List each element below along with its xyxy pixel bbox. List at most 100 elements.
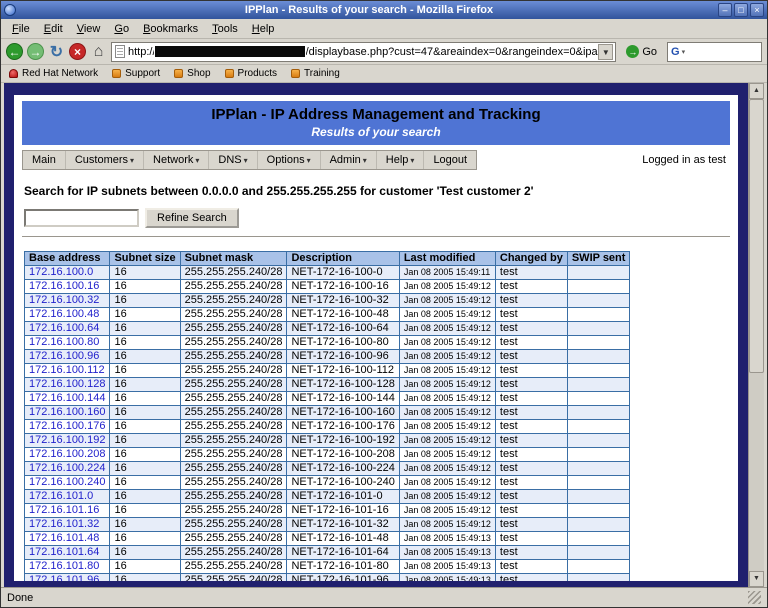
menu-edit[interactable]: Edit: [37, 21, 70, 37]
refine-search-button[interactable]: Refine Search: [145, 208, 239, 228]
base-address-link[interactable]: 172.16.101.64: [25, 546, 110, 560]
table-cell: 255.255.255.240/28: [180, 476, 287, 490]
menu-view[interactable]: View: [70, 21, 108, 37]
refine-search-input[interactable]: [24, 209, 139, 227]
base-address-link[interactable]: 172.16.100.128: [25, 378, 110, 392]
table-cell: 255.255.255.240/28: [180, 336, 287, 350]
minimize-button[interactable]: –: [718, 3, 732, 17]
nav-network[interactable]: Network▾: [144, 151, 209, 169]
nav-help[interactable]: Help▾: [377, 151, 425, 169]
resize-grip[interactable]: [748, 591, 761, 604]
base-address-link[interactable]: 172.16.101.48: [25, 532, 110, 546]
table-cell: [567, 476, 630, 490]
bookmark-shop[interactable]: Shop: [174, 68, 210, 79]
base-address-link[interactable]: 172.16.100.144: [25, 392, 110, 406]
last-modified-cell: Jan 08 2005 15:49:12: [399, 504, 495, 518]
last-modified-cell: Jan 08 2005 15:49:12: [399, 364, 495, 378]
table-cell: 16: [110, 378, 180, 392]
table-cell: test: [495, 532, 567, 546]
base-address-link[interactable]: 172.16.101.16: [25, 504, 110, 518]
stop-button[interactable]: ×: [69, 43, 86, 60]
base-address-link[interactable]: 172.16.100.240: [25, 476, 110, 490]
menu-tools[interactable]: Tools: [205, 21, 245, 37]
status-text: Done: [7, 592, 33, 604]
table-cell: test: [495, 406, 567, 420]
table-cell: 16: [110, 420, 180, 434]
scrollbar-thumb[interactable]: [749, 99, 764, 373]
menu-go[interactable]: Go: [107, 21, 136, 37]
base-address-link[interactable]: 172.16.100.64: [25, 322, 110, 336]
menu-help[interactable]: Help: [245, 21, 282, 37]
base-address-link[interactable]: 172.16.100.96: [25, 350, 110, 364]
base-address-link[interactable]: 172.16.100.208: [25, 448, 110, 462]
table-cell: [567, 546, 630, 560]
last-modified-cell: Jan 08 2005 15:49:12: [399, 490, 495, 504]
table-cell: [567, 322, 630, 336]
table-cell: [567, 462, 630, 476]
bookmark-support[interactable]: Support: [112, 68, 160, 79]
base-address-link[interactable]: 172.16.101.80: [25, 560, 110, 574]
base-address-link[interactable]: 172.16.101.32: [25, 518, 110, 532]
table-cell: 255.255.255.240/28: [180, 574, 287, 582]
subnet-results-table: Base addressSubnet sizeSubnet maskDescri…: [24, 251, 630, 581]
base-address-link[interactable]: 172.16.100.48: [25, 308, 110, 322]
nav-main[interactable]: Main: [23, 151, 66, 169]
bookmark-products[interactable]: Products: [225, 68, 277, 79]
title-bar: IPPlan - Results of your search - Mozill…: [1, 1, 767, 19]
column-header: Last modified: [399, 252, 495, 266]
menu-bookmarks[interactable]: Bookmarks: [136, 21, 205, 37]
base-address-link[interactable]: 172.16.101.96: [25, 574, 110, 582]
table-cell: NET-172-16-100-64: [287, 322, 399, 336]
base-address-link[interactable]: 172.16.100.0: [25, 266, 110, 280]
vertical-scrollbar[interactable]: ▲ ▼: [748, 83, 764, 587]
search-input[interactable]: G ▾: [667, 42, 762, 62]
table-cell: 16: [110, 294, 180, 308]
base-address-link[interactable]: 172.16.100.16: [25, 280, 110, 294]
go-button[interactable]: → Go: [620, 42, 663, 62]
nav-options[interactable]: Options▾: [258, 151, 321, 169]
table-cell: test: [495, 308, 567, 322]
table-cell: NET-172-16-100-112: [287, 364, 399, 378]
reload-button[interactable]: ↻: [48, 42, 65, 62]
base-address-link[interactable]: 172.16.101.0: [25, 490, 110, 504]
table-row: 172.16.100.11216255.255.255.240/28NET-17…: [25, 364, 630, 378]
nav-admin[interactable]: Admin▾: [321, 151, 377, 169]
nav-dns[interactable]: DNS▾: [209, 151, 257, 169]
table-cell: 255.255.255.240/28: [180, 532, 287, 546]
base-address-link[interactable]: 172.16.100.176: [25, 420, 110, 434]
table-row: 172.16.100.4816255.255.255.240/28NET-172…: [25, 308, 630, 322]
forward-button[interactable]: →: [27, 43, 44, 60]
table-cell: 16: [110, 532, 180, 546]
maximize-button[interactable]: □: [734, 3, 748, 17]
scroll-up-icon[interactable]: ▲: [749, 83, 764, 99]
table-cell: 16: [110, 448, 180, 462]
table-cell: 255.255.255.240/28: [180, 518, 287, 532]
table-cell: [567, 392, 630, 406]
chevron-down-icon: ▾: [307, 156, 311, 165]
redhat-icon: [9, 69, 18, 78]
scroll-down-icon[interactable]: ▼: [749, 571, 764, 587]
scrollbar-track[interactable]: [749, 99, 764, 571]
back-button[interactable]: ←: [6, 43, 23, 60]
search-engine-dropdown-icon[interactable]: ▾: [682, 48, 686, 56]
menu-bar: FileEditViewGoBookmarksToolsHelp: [1, 19, 767, 39]
nav-customers[interactable]: Customers▾: [66, 151, 144, 169]
table-cell: 16: [110, 392, 180, 406]
home-button[interactable]: ⌂: [90, 43, 107, 61]
close-button[interactable]: ×: [750, 3, 764, 17]
url-bar[interactable]: http:// /displaybase.php?cust=47&areaind…: [111, 42, 616, 62]
url-dropdown-button[interactable]: ▼: [598, 44, 613, 60]
base-address-link[interactable]: 172.16.100.80: [25, 336, 110, 350]
base-address-link[interactable]: 172.16.100.32: [25, 294, 110, 308]
base-address-link[interactable]: 172.16.100.224: [25, 462, 110, 476]
table-cell: 16: [110, 308, 180, 322]
base-address-link[interactable]: 172.16.100.112: [25, 364, 110, 378]
nav-logout[interactable]: Logout: [424, 151, 476, 169]
bookmark-training[interactable]: Training: [291, 68, 340, 79]
base-address-link[interactable]: 172.16.100.160: [25, 406, 110, 420]
menu-file[interactable]: File: [5, 21, 37, 37]
table-cell: [567, 280, 630, 294]
bookmark-red-hat-network[interactable]: Red Hat Network: [9, 68, 98, 79]
table-cell: NET-172-16-101-32: [287, 518, 399, 532]
base-address-link[interactable]: 172.16.100.192: [25, 434, 110, 448]
